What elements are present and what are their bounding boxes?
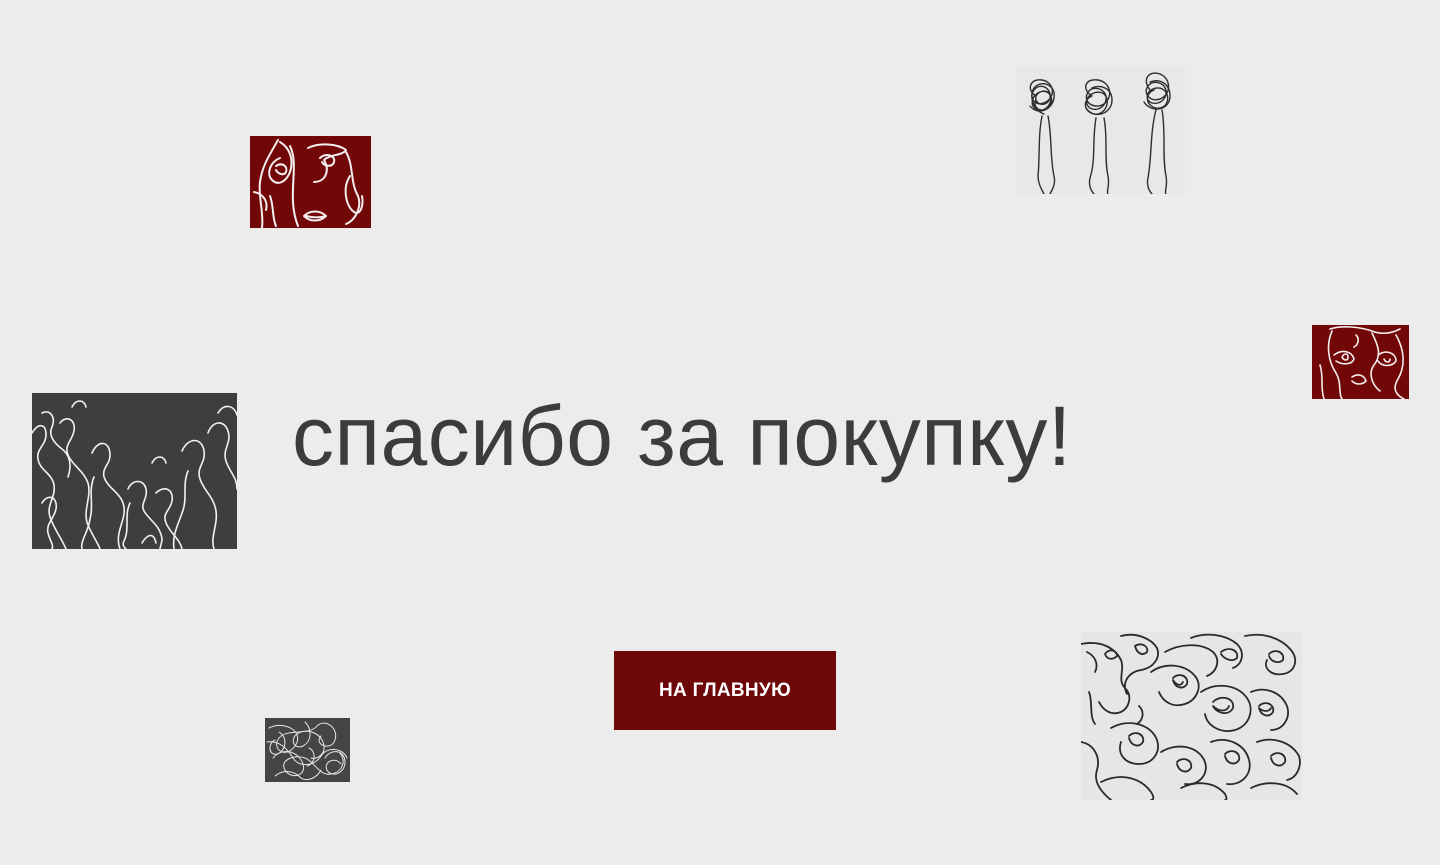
artwork-faces-collage	[1081, 632, 1302, 800]
home-button[interactable]: НА ГЛАВНУЮ	[614, 651, 836, 730]
artwork-scribble-figures	[1016, 66, 1185, 194]
artwork-scribble-dark	[265, 718, 350, 782]
artwork-faces-red-left	[250, 136, 371, 228]
artwork-faces-red-right	[1312, 325, 1409, 399]
page-title: спасибо за покупку!	[292, 389, 1072, 483]
artwork-crowd-dark	[32, 393, 237, 549]
